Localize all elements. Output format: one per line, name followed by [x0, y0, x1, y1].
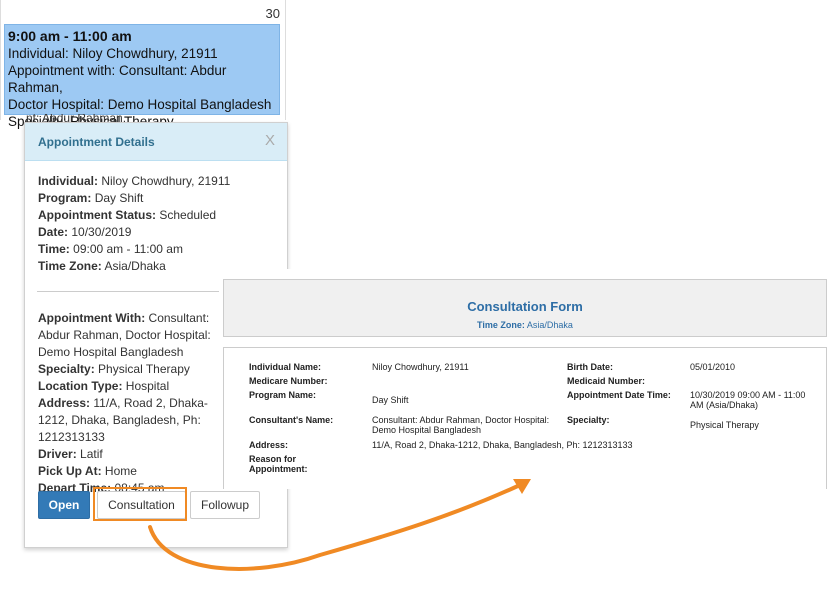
label-birth-date: Birth Date:	[567, 362, 614, 372]
day-number: 30	[265, 6, 280, 21]
popup-title: Appointment Details	[38, 135, 155, 149]
label-appointment-date-time: Appointment Date Time:	[567, 390, 671, 400]
value-specialty: Physical Therapy	[690, 420, 759, 430]
detail-row-pickup: Pick Up At: Home	[38, 464, 137, 478]
value-appointment-date-time: 10/30/2019 09:00 AM - 11:00 AM (Asia/Dha…	[690, 390, 806, 410]
event-overflow-text: nt: Abdur Rahman,	[26, 114, 127, 122]
form-timezone: Time Zone: Asia/Dhaka	[477, 320, 573, 330]
appointment-logistics: Appointment With: Consultant: Abdur Rahm…	[38, 310, 233, 497]
label-medicare-number: Medicare Number:	[249, 376, 328, 386]
event-individual: Individual: Niloy Chowdhury, 21911	[8, 46, 218, 61]
label-consultant-name: Consultant's Name:	[249, 415, 334, 425]
detail-row-address: Address: 11/A, Road 2, Dhaka-1212, Dhaka…	[38, 396, 208, 444]
detail-row-appointment-with: Appointment With: Consultant: Abdur Rahm…	[38, 311, 211, 359]
detail-row-program: Program: Day Shift	[38, 191, 144, 205]
open-button[interactable]: Open	[38, 491, 90, 519]
form-title: Consultation Form	[467, 299, 583, 314]
value-address: 11/A, Road 2, Dhaka-1212, Dhaka, Banglad…	[372, 440, 633, 450]
consultation-button-highlight	[93, 487, 187, 521]
consultation-form-panel: Consultation Form Time Zone: Asia/Dhaka …	[219, 269, 833, 489]
label-address: Address:	[249, 440, 289, 450]
close-icon[interactable]: X	[265, 132, 275, 149]
calendar-day-cell[interactable]: 30 9:00 am - 11:00 am Individual: Niloy …	[0, 0, 286, 129]
detail-row-driver: Driver: Latif	[38, 447, 103, 461]
label-reason-for-appointment: Reason for Appointment:	[249, 454, 308, 474]
detail-row-date: Date: 10/30/2019	[38, 225, 132, 239]
detail-row-location-type: Location Type: Hospital	[38, 379, 170, 393]
calendar-event[interactable]: 9:00 am - 11:00 am Individual: Niloy Cho…	[4, 24, 280, 129]
label-specialty: Specialty:	[567, 415, 610, 425]
label-program-name: Program Name:	[249, 390, 317, 400]
appointment-summary: Individual: Niloy Chowdhury, 21911 Progr…	[38, 173, 287, 275]
popup-header: Appointment Details X	[25, 123, 287, 161]
detail-row-specialty: Specialty: Physical Therapy	[38, 362, 190, 376]
value-program-name: Day Shift	[372, 395, 409, 405]
event-hospital: Doctor Hospital: Demo Hospital Banglades…	[8, 97, 272, 112]
detail-row-status: Appointment Status: Scheduled	[38, 208, 217, 222]
event-time: 9:00 am - 11:00 am	[8, 28, 132, 44]
detail-row-time: Time: 09:00 am - 11:00 am	[38, 242, 183, 256]
event-appointment-with: Appointment with: Consultant: Abdur Rahm…	[8, 63, 227, 95]
value-birth-date: 05/01/2010	[690, 362, 736, 372]
label-medicaid-number: Medicaid Number:	[567, 376, 646, 386]
detail-row-individual: Individual: Niloy Chowdhury, 21911	[38, 174, 231, 188]
followup-button[interactable]: Followup	[190, 491, 260, 519]
label-individual-name: Individual Name:	[249, 362, 322, 372]
value-consultant-name: Consultant: Abdur Rahman, Doctor Hospita…	[372, 415, 550, 435]
form-header: Consultation Form Time Zone: Asia/Dhaka	[223, 279, 827, 337]
form-body: Individual Name: Niloy Chowdhury, 21911 …	[223, 347, 827, 489]
value-individual-name: Niloy Chowdhury, 21911	[372, 362, 469, 372]
